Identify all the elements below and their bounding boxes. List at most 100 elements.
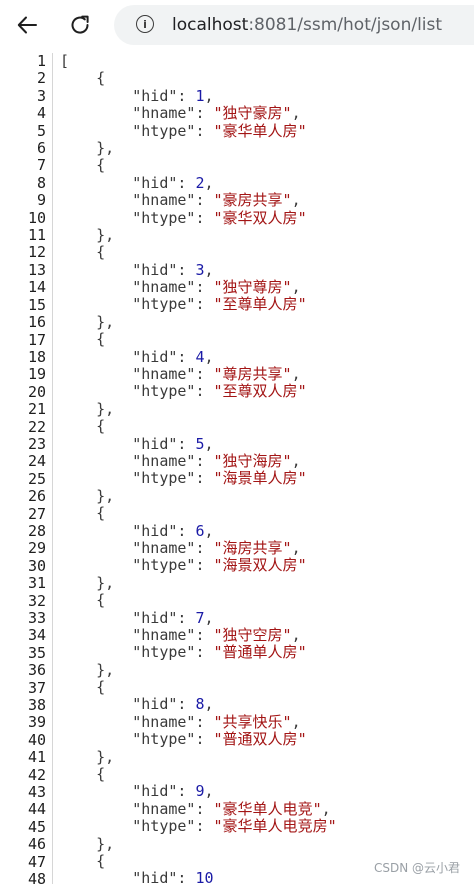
line-number: 37 <box>27 678 46 697</box>
line-number: 9 <box>36 191 46 210</box>
line-number: 34 <box>27 626 46 645</box>
address-bar[interactable]: i localhost:8081/ssm/hot/json/list <box>114 5 474 45</box>
key-htype: "htype": <box>60 208 214 227</box>
line-number: 35 <box>27 643 46 662</box>
comma: , <box>291 365 301 384</box>
object-open-brace: { <box>60 851 106 870</box>
value-hname: "豪房共享" <box>213 191 292 210</box>
value-htype: "豪华单人电竞房" <box>213 817 337 836</box>
code-line: { <box>60 244 337 261</box>
json-code: [ { "hid": 1, "hname": "独守豪房", "htype": … <box>60 53 337 884</box>
key-hname: "hname": <box>60 625 214 644</box>
line-number: 41 <box>27 748 46 767</box>
code-line: "hname": "共享快乐", <box>60 712 337 731</box>
back-button[interactable] <box>9 7 45 43</box>
value-hid: 5 <box>195 434 205 453</box>
value-htype: "至尊双人房" <box>213 382 307 401</box>
value-hname: "独守豪房" <box>213 104 292 123</box>
line-number: 22 <box>27 417 46 436</box>
line-number: 18 <box>27 347 46 366</box>
code-line: "htype": "豪华单人房" <box>60 121 337 140</box>
value-hid: 10 <box>195 869 214 884</box>
value-hid: 6 <box>195 521 205 540</box>
object-open-brace: { <box>60 330 106 349</box>
code-line: "hname": "独守豪房", <box>60 104 337 123</box>
object-open-brace: { <box>60 504 106 523</box>
key-hid: "hid": <box>60 434 196 453</box>
code-line: "hname": "尊房共享", <box>60 365 337 384</box>
code-line: { <box>60 418 337 435</box>
line-number: 43 <box>27 783 46 802</box>
value-htype: "海景单人房" <box>213 469 307 488</box>
comma: , <box>291 278 301 297</box>
reload-icon <box>71 15 89 34</box>
comma: , <box>291 451 301 470</box>
comma: , <box>204 260 214 279</box>
code-line: "htype": "豪华双人房" <box>60 208 337 227</box>
comma: , <box>204 695 214 714</box>
code-line: "htype": "豪华单人电竞房" <box>60 817 337 836</box>
line-number: 33 <box>27 609 46 627</box>
value-htype: "至尊单人房" <box>213 295 307 314</box>
line-number: 45 <box>27 817 46 836</box>
key-hname: "hname": <box>60 799 214 818</box>
line-number: 13 <box>27 260 46 279</box>
comma: , <box>204 782 214 801</box>
code-line: }, <box>60 225 337 244</box>
value-htype: "普通单人房" <box>213 643 307 662</box>
key-hid: "hid": <box>60 521 196 540</box>
code-line: }, <box>60 400 337 418</box>
value-htype: "海景双人房" <box>213 556 307 575</box>
code-line: { <box>60 331 337 348</box>
code-line: "hid": 7, <box>60 608 337 627</box>
code-line: "hid": 9, <box>60 783 337 800</box>
comma: , <box>204 608 214 627</box>
code-line: "htype": "海景双人房" <box>60 557 337 574</box>
value-hname: "共享快乐" <box>213 712 292 731</box>
code-line: }, <box>60 487 337 505</box>
object-open-brace: { <box>60 417 106 436</box>
url-text[interactable]: localhost:8081/ssm/hot/json/list <box>172 14 442 36</box>
comma: , <box>291 625 301 644</box>
line-number: 25 <box>27 469 46 488</box>
object-open-brace: { <box>60 678 106 697</box>
value-hname: "独守尊房" <box>213 278 292 297</box>
object-open-brace: { <box>60 69 106 88</box>
line-number: 48 <box>27 870 46 884</box>
object-close-brace: }, <box>60 660 115 679</box>
code-line: { <box>60 157 337 174</box>
object-open-brace: { <box>60 243 106 262</box>
line-number: 19 <box>27 365 46 384</box>
key-htype: "htype": <box>60 121 214 140</box>
code-line: [ <box>60 53 337 70</box>
value-hid: 1 <box>195 86 205 105</box>
object-close-brace: }, <box>60 834 115 853</box>
code-line: "hname": "海房共享", <box>60 539 337 557</box>
line-number: 20 <box>27 382 46 401</box>
key-hid: "hid": <box>60 260 196 279</box>
code-line: "hid": 3, <box>60 260 337 279</box>
key-hname: "hname": <box>60 451 214 470</box>
object-close-brace: }, <box>60 225 115 244</box>
line-number: 47 <box>27 852 46 871</box>
code-line: }, <box>60 748 337 766</box>
code-line: "hname": "独守海房", <box>60 451 337 470</box>
key-hname: "hname": <box>60 104 214 123</box>
value-hname: "独守海房" <box>213 451 292 470</box>
object-close-brace: }, <box>60 138 115 157</box>
code-line: { <box>60 851 337 870</box>
line-number: 6 <box>36 139 46 158</box>
line-number: 23 <box>27 434 46 453</box>
code-line: "hid": 2, <box>60 174 337 192</box>
comma: , <box>204 434 214 453</box>
code-line: "hname": "独守尊房", <box>60 278 337 297</box>
comma: , <box>204 347 214 366</box>
line-number: 8 <box>36 173 46 192</box>
key-hid: "hid": <box>60 347 196 366</box>
code-line: }, <box>60 574 337 592</box>
line-number: 32 <box>27 591 46 610</box>
reload-button[interactable] <box>62 7 98 43</box>
line-number: 42 <box>27 765 46 784</box>
info-icon[interactable]: i <box>136 15 154 33</box>
url-path: :8081/ssm/hot/json/list <box>248 15 443 35</box>
